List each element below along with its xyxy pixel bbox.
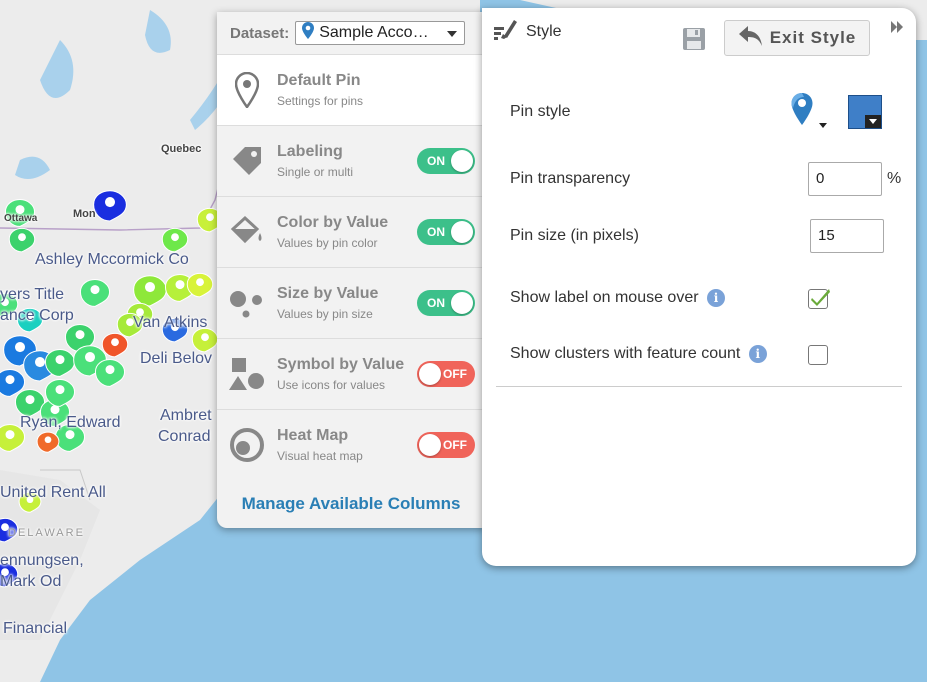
map-pin-dot: [55, 385, 65, 395]
chevron-down-icon: [865, 115, 881, 128]
chevron-down-icon: [819, 123, 827, 128]
heatmap-icon: [217, 427, 277, 463]
clusters-row: Show clusters with feature count i: [510, 345, 767, 363]
manage-columns-link[interactable]: Manage Available Columns: [217, 494, 485, 514]
layer-item-default-pin[interactable]: Default Pin Settings for pins: [217, 54, 485, 125]
pin-style-picker[interactable]: [790, 92, 830, 132]
style-header: Style Exit Style: [482, 8, 916, 68]
map-label-ennungsen: ennungsen,: [0, 552, 84, 569]
undo-icon: [738, 25, 764, 52]
exit-style-button[interactable]: Exit Style: [724, 20, 870, 56]
map-label-ottawa: Ottawa: [4, 213, 38, 224]
pin-transparency-label: Pin transparency: [510, 170, 631, 187]
exit-style-label: Exit Style: [769, 28, 857, 47]
map-pin-dot: [75, 330, 85, 340]
map-label-ashley: Ashley Mccormick Co: [35, 251, 189, 268]
pin-size-label: Pin size (in pixels): [510, 227, 639, 244]
map-pin-dot: [55, 355, 65, 365]
shapes-icon: [217, 356, 277, 392]
show-label-text: Show label on mouse over: [510, 289, 699, 307]
style-title: Style: [526, 22, 562, 40]
clusters-checkbox[interactable]: [808, 345, 828, 365]
map-label-ambret: Ambret: [160, 407, 212, 424]
info-icon[interactable]: i: [748, 345, 767, 363]
map-pin-dot: [25, 395, 35, 405]
checkmark-icon: [811, 289, 830, 306]
percent-unit: %: [887, 170, 902, 187]
color-by-value-toggle[interactable]: ON: [417, 219, 475, 245]
map-pin-dot: [201, 333, 209, 342]
map-label-conrad: Conrad: [158, 428, 211, 445]
map-pin-dot: [171, 233, 179, 242]
dataset-bar: Dataset: Sample Acco…: [217, 12, 485, 54]
layer-subtitle: Settings for pins: [277, 94, 364, 108]
save-icon[interactable]: [682, 27, 706, 56]
layer-panel: Dataset: Sample Acco… Default Pin Settin…: [217, 12, 485, 528]
map-label-ryan: Ryan, Edward: [20, 414, 121, 431]
map-label-unitedrent: United Rent All: [0, 484, 106, 501]
map-label-vanatkins: Van Atkins: [133, 314, 208, 331]
layer-item-labeling[interactable]: Labeling Single or multi ON: [217, 125, 485, 196]
toggle-label: OFF: [443, 438, 467, 452]
pin-color-swatch[interactable]: [848, 95, 882, 129]
double-chevron-right-icon[interactable]: [890, 20, 904, 39]
map-pin-dot: [44, 436, 52, 444]
paint-bucket-icon: [217, 215, 277, 249]
info-icon[interactable]: i: [707, 289, 726, 307]
map-label-montreal: Mon: [73, 208, 96, 220]
tag-icon: [217, 144, 277, 178]
style-panel: Style Exit Style Pin style Pin transpare…: [482, 8, 916, 566]
layer-item-symbol-by-value[interactable]: Symbol by Value Use icons for values OFF: [217, 338, 485, 409]
map-pin-dot: [5, 375, 15, 385]
map-pin-dot: [105, 365, 115, 375]
map-pin-dot: [84, 352, 96, 363]
labeling-toggle[interactable]: ON: [417, 148, 475, 174]
map-label-ance: ance Corp: [0, 307, 74, 324]
show-label-checkbox[interactable]: [808, 289, 830, 309]
map-label-ayers: yers Title: [0, 286, 65, 303]
pin-icon: [791, 93, 813, 125]
layer-item-color-by-value[interactable]: Color by Value Values by pin color ON: [217, 196, 485, 267]
map-label-markod: Mark Od: [0, 573, 62, 590]
toggle-label: OFF: [443, 367, 467, 381]
layer-item-heat-map[interactable]: Heat Map Visual heat map OFF: [217, 409, 485, 480]
map-pin-dot: [34, 357, 46, 368]
pin-icon: [217, 72, 277, 108]
symbol-by-value-toggle[interactable]: OFF: [417, 361, 475, 387]
map-pin-dot: [14, 342, 26, 353]
map-label-delaware: DELAWARE: [8, 527, 85, 539]
chevron-down-icon: [447, 31, 458, 37]
layer-title: Default Pin: [277, 72, 361, 89]
pin-icon: [302, 22, 315, 44]
size-dots-icon: [217, 288, 277, 318]
pin-style-label: Pin style: [510, 103, 571, 120]
dataset-select[interactable]: Sample Acco…: [295, 21, 466, 45]
map-pin-dot: [196, 278, 204, 287]
map-label-delibelov: Deli Belov: [140, 350, 213, 367]
heat-map-toggle[interactable]: OFF: [417, 432, 475, 458]
brush-icon: [494, 18, 518, 45]
map-pin-dot: [18, 233, 26, 242]
pin-transparency-input[interactable]: 0: [808, 162, 882, 196]
toggle-label: ON: [427, 296, 445, 310]
map-label-financial: Financial: [3, 620, 68, 637]
map-pin-dot: [104, 197, 116, 208]
toggle-label: ON: [427, 225, 445, 239]
divider: [496, 386, 902, 387]
dataset-label: Dataset:: [230, 24, 290, 42]
show-label-row: Show label on mouse over i: [510, 289, 726, 307]
clusters-text: Show clusters with feature count: [510, 345, 741, 363]
map-pin-dot: [111, 338, 119, 347]
map-pin-dot: [5, 430, 15, 440]
map-pin-dot: [90, 285, 100, 295]
layer-item-size-by-value[interactable]: Size by Value Values by pin size ON: [217, 267, 485, 338]
map-pin-dot: [144, 282, 156, 293]
toggle-label: ON: [427, 154, 445, 168]
map-pin-dot: [175, 280, 185, 290]
pin-size-input[interactable]: 15: [810, 219, 884, 253]
dataset-selected-value: Sample Acco…: [319, 24, 429, 41]
map-pin-dot: [206, 213, 214, 222]
map-label-quebec: Quebec: [161, 143, 202, 155]
size-by-value-toggle[interactable]: ON: [417, 290, 475, 316]
